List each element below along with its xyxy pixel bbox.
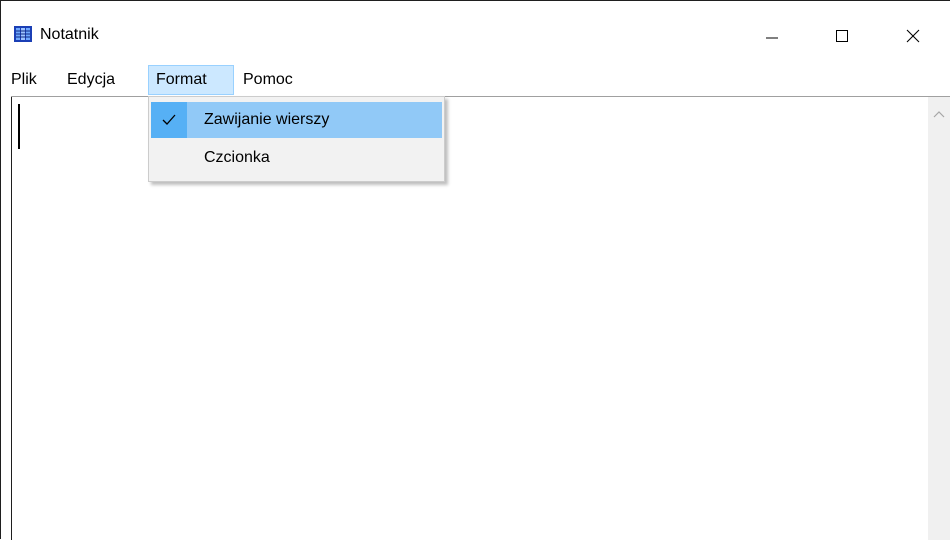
menu-edycja[interactable]: Edycja bbox=[60, 65, 122, 95]
menu-pomoc[interactable]: Pomoc bbox=[236, 65, 300, 95]
checkmark-icon bbox=[151, 102, 187, 138]
title-bar[interactable]: Notatnik bbox=[1, 1, 950, 65]
close-icon bbox=[906, 29, 920, 43]
format-dropdown-menu: Zawijanie wierszy Czcionka bbox=[148, 96, 445, 182]
maximize-icon bbox=[836, 30, 848, 42]
maximize-button[interactable] bbox=[819, 13, 865, 59]
minimize-button[interactable] bbox=[749, 13, 795, 59]
menu-plik[interactable]: Plik bbox=[4, 65, 44, 95]
menu-item-label: Czcionka bbox=[204, 149, 270, 166]
notepad-window: Notatnik Plik Edycja Format Pomoc Zawija… bbox=[0, 0, 950, 540]
vertical-scrollbar[interactable] bbox=[928, 97, 950, 540]
menu-item-label: Zawijanie wierszy bbox=[204, 111, 330, 128]
scroll-up-button[interactable] bbox=[928, 97, 950, 131]
window-title: Notatnik bbox=[40, 26, 99, 43]
menu-item-word-wrap[interactable]: Zawijanie wierszy bbox=[151, 102, 442, 138]
menu-item-font[interactable]: Czcionka bbox=[151, 140, 442, 176]
menu-format[interactable]: Format bbox=[148, 65, 234, 95]
window-left-border bbox=[11, 97, 12, 540]
menu-bar: Plik Edycja Format Pomoc bbox=[1, 65, 950, 95]
close-button[interactable] bbox=[890, 13, 936, 59]
text-caret bbox=[18, 104, 20, 149]
notepad-icon bbox=[13, 25, 33, 43]
minimize-icon bbox=[766, 37, 778, 39]
chevron-up-icon bbox=[933, 111, 945, 118]
